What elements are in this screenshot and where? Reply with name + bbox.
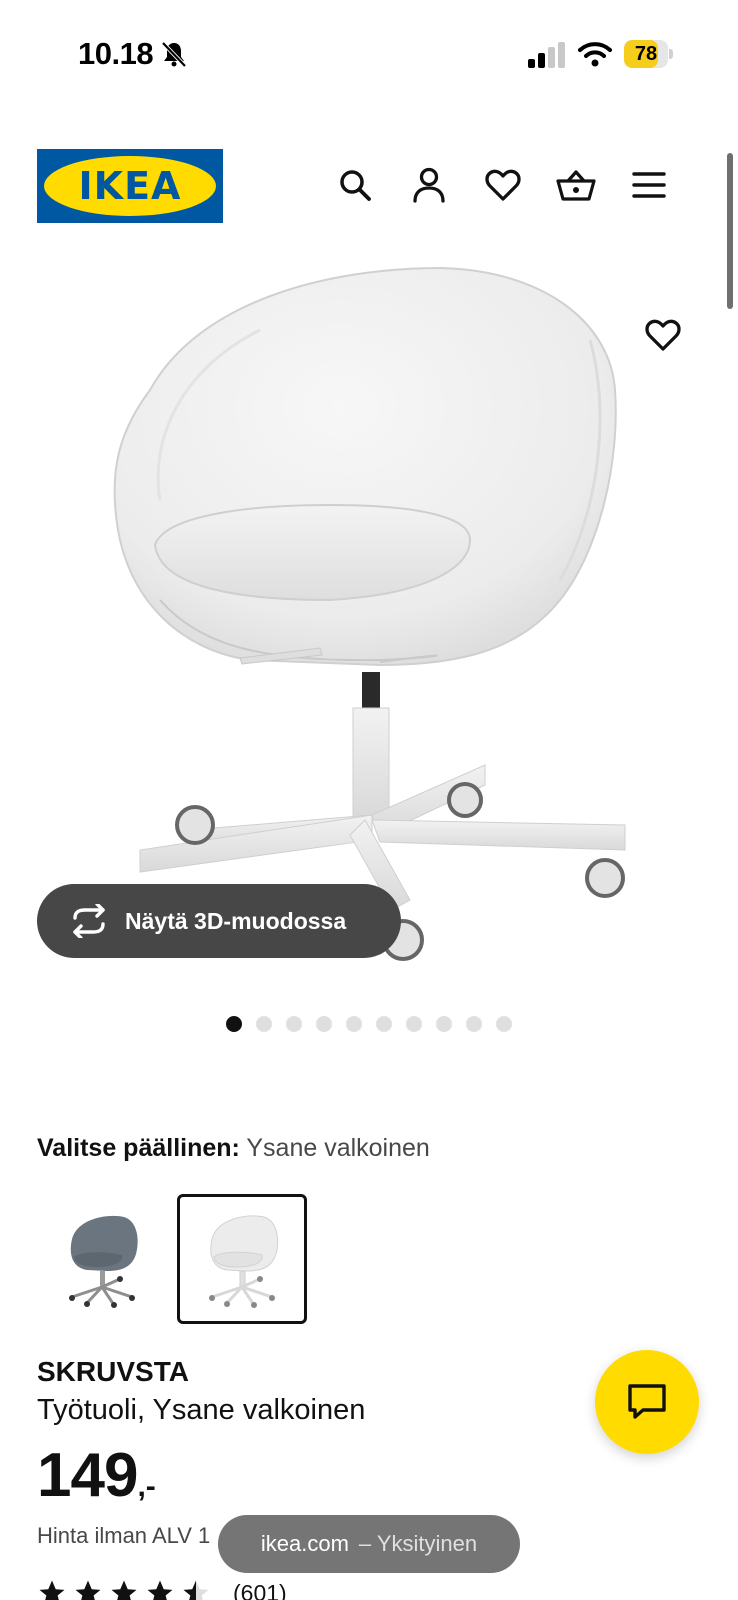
image-carousel-dots[interactable] bbox=[226, 1016, 512, 1036]
view-3d-label: Näytä 3D-muodossa bbox=[125, 907, 347, 934]
logo-text: IKEA bbox=[78, 164, 182, 208]
price-amount: 149 bbox=[37, 1441, 138, 1510]
product-name: SKRUVSTA bbox=[37, 1356, 189, 1387]
cover-option-gray[interactable] bbox=[37, 1194, 167, 1324]
ikea-logo[interactable]: IKEA bbox=[37, 149, 223, 223]
battery-indicator: 78 bbox=[624, 40, 673, 68]
carousel-dot[interactable] bbox=[376, 1016, 392, 1032]
signal-icon bbox=[528, 42, 565, 68]
profile-button[interactable] bbox=[406, 162, 452, 208]
product-description: Työtuoli, Ysane valkoinen bbox=[37, 1394, 366, 1426]
status-bar: 10.18 78 bbox=[0, 0, 738, 110]
product-price: 149,- bbox=[37, 1440, 156, 1511]
carousel-dot[interactable] bbox=[466, 1016, 482, 1032]
carousel-dot[interactable] bbox=[226, 1016, 242, 1032]
bell-muted-icon bbox=[161, 41, 187, 68]
basket-button[interactable] bbox=[553, 162, 599, 208]
star-icon bbox=[111, 1580, 137, 1600]
site-header: IKEA bbox=[0, 140, 738, 230]
url-domain: ikea.com bbox=[260, 1531, 349, 1556]
carousel-dot[interactable] bbox=[316, 1016, 332, 1032]
add-to-favourites-button[interactable] bbox=[640, 312, 686, 358]
heart-icon bbox=[645, 319, 681, 351]
price-excl-vat: Hinta ilman ALV 1 bbox=[37, 1523, 211, 1548]
white-chair-thumbnail bbox=[209, 1215, 279, 1308]
gray-chair-thumbnail bbox=[69, 1215, 138, 1308]
wifi-icon bbox=[578, 42, 612, 67]
star-icon bbox=[39, 1580, 65, 1600]
product-rating[interactable]: (601) bbox=[37, 1578, 287, 1600]
cover-option-white[interactable] bbox=[177, 1194, 307, 1324]
carousel-dot[interactable] bbox=[496, 1016, 512, 1032]
review-count: (601) bbox=[233, 1579, 287, 1600]
carousel-dot[interactable] bbox=[286, 1016, 302, 1032]
browser-url-bar[interactable]: ikea.com – Yksityinen bbox=[218, 1515, 520, 1573]
search-icon bbox=[340, 170, 371, 201]
battery-level: 78 bbox=[634, 43, 658, 65]
cover-selected-value: Ysane valkoinen bbox=[246, 1134, 430, 1162]
price-suffix: ,- bbox=[137, 1470, 156, 1503]
browsing-mode: – Yksityinen bbox=[358, 1531, 478, 1556]
view-3d-button[interactable]: Näytä 3D-muodossa bbox=[37, 884, 401, 958]
chat-icon bbox=[628, 1384, 666, 1419]
chat-button[interactable] bbox=[595, 1350, 699, 1454]
star-icon bbox=[147, 1580, 173, 1600]
status-time: 10.18 bbox=[78, 36, 154, 71]
half-star-icon bbox=[183, 1580, 209, 1600]
carousel-dot[interactable] bbox=[436, 1016, 452, 1032]
heart-icon bbox=[485, 169, 521, 201]
rotate-3d-icon bbox=[73, 904, 105, 938]
carousel-dot[interactable] bbox=[406, 1016, 422, 1032]
cover-selection-label: Valitse päällinen: Ysane valkoinen bbox=[37, 1134, 430, 1163]
basket-icon bbox=[556, 170, 596, 201]
menu-button[interactable] bbox=[626, 162, 672, 208]
menu-icon bbox=[632, 172, 666, 198]
star-icon bbox=[75, 1580, 101, 1600]
carousel-dot[interactable] bbox=[256, 1016, 272, 1032]
carousel-dot[interactable] bbox=[346, 1016, 362, 1032]
search-button[interactable] bbox=[332, 162, 378, 208]
profile-icon bbox=[413, 167, 445, 203]
favourites-button[interactable] bbox=[480, 162, 526, 208]
cover-label-title: Valitse päällinen: bbox=[37, 1134, 240, 1162]
